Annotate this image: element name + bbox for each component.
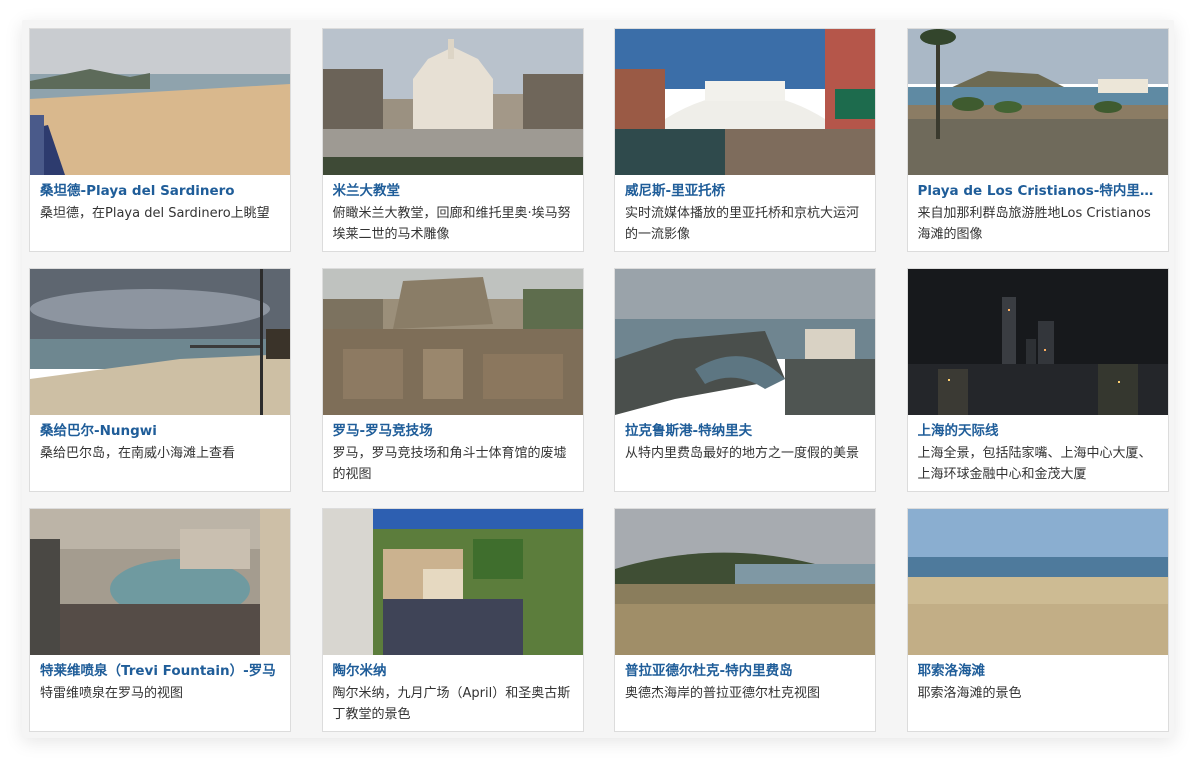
thumbnail-taormina[interactable] [322, 509, 583, 655]
card-title[interactable]: 桑坦德-Playa del Sardinero [40, 182, 280, 200]
card-title[interactable]: 桑给巴尔-Nungwi [40, 422, 280, 440]
webcam-card-zanzibar[interactable]: 桑给巴尔-Nungwi 桑给巴尔岛，在南威小海滩上查看 [29, 268, 291, 492]
thumbnail-trevi[interactable] [30, 509, 290, 655]
card-description: 陶尔米纳，九月广场（April）和圣奥古斯丁教堂的景色 [332, 686, 571, 722]
card-description: 实时流媒体播放的里亚托桥和京杭大运河的一流影像 [625, 206, 860, 242]
webcam-card-shanghai[interactable]: 上海的天际线 上海全景，包括陆家嘴、上海中心大厦、上海环球金融中心和金茂大厦 [906, 268, 1169, 492]
thumbnail-playa-del-duque[interactable] [615, 509, 875, 655]
card-description: 特雷维喷泉在罗马的视图 [40, 686, 184, 701]
card-description: 来自加那利群岛旅游胜地Los Cristianos海滩的图像 [917, 206, 1151, 242]
webcam-card-santander[interactable]: 桑坦德-Playa del Sardinero 桑坦德，在Playa del S… [29, 28, 291, 252]
webcam-grid: 桑坦德-Playa del Sardinero 桑坦德，在Playa del S… [29, 28, 1169, 732]
thumbnail-puerto-de-la-cruz[interactable] [615, 269, 875, 415]
card-title[interactable]: 罗马-罗马竞技场 [333, 422, 573, 440]
webcam-gallery-panel: 桑坦德-Playa del Sardinero 桑坦德，在Playa del S… [22, 20, 1174, 738]
card-title[interactable]: 威尼斯-里亚托桥 [625, 182, 865, 200]
thumbnail-milan[interactable] [322, 29, 583, 175]
card-description: 俯瞰米兰大教堂，回廊和维托里奥·埃马努埃莱二世的马术雕像 [332, 206, 571, 242]
card-title[interactable]: 普拉亚德尔杜克-特内里费岛 [625, 662, 865, 680]
thumbnail-zanzibar[interactable] [30, 269, 290, 415]
webcam-card-jesolo[interactable]: 耶索洛海滩 耶索洛海滩的景色 [906, 508, 1169, 732]
card-title[interactable]: 米兰大教堂 [333, 182, 573, 200]
card-title[interactable]: 上海的天际线 [918, 422, 1158, 440]
thumbnail-los-cristianos[interactable] [907, 29, 1168, 175]
thumbnail-jesolo[interactable] [907, 509, 1168, 655]
card-description: 上海全景，包括陆家嘴、上海中心大厦、上海环球金融中心和金茂大厦 [917, 446, 1152, 482]
webcam-card-milan[interactable]: 米兰大教堂 俯瞰米兰大教堂，回廊和维托里奥·埃马努埃莱二世的马术雕像 [321, 28, 584, 252]
card-description: 从特内里费岛最好的地方之一度假的美景 [625, 446, 860, 461]
card-description: 桑坦德，在Playa del Sardinero上眺望 [40, 206, 270, 221]
card-title[interactable]: 拉克鲁斯港-特纳里夫 [625, 422, 865, 440]
card-description: 耶索洛海滩的景色 [917, 686, 1022, 701]
thumbnail-venice[interactable] [615, 29, 875, 175]
card-title[interactable]: 耶索洛海滩 [918, 662, 1158, 680]
webcam-card-venice[interactable]: 威尼斯-里亚托桥 实时流媒体播放的里亚托桥和京杭大运河的一流影像 [614, 28, 876, 252]
card-title[interactable]: 陶尔米纳 [333, 662, 573, 680]
webcam-card-los-cristianos[interactable]: Playa de Los Cristianos-特内里费岛 来自加那利群岛旅游胜… [906, 28, 1169, 252]
card-description: 奥德杰海岸的普拉亚德尔杜克视图 [625, 686, 821, 701]
webcam-card-trevi[interactable]: 特莱维喷泉（Trevi Fountain）-罗马 特雷维喷泉在罗马的视图 [29, 508, 291, 732]
webcam-card-playa-del-duque[interactable]: 普拉亚德尔杜克-特内里费岛 奥德杰海岸的普拉亚德尔杜克视图 [614, 508, 876, 732]
thumbnail-shanghai[interactable] [907, 269, 1168, 415]
webcam-card-puerto-de-la-cruz[interactable]: 拉克鲁斯港-特纳里夫 从特内里费岛最好的地方之一度假的美景 [614, 268, 876, 492]
webcam-card-taormina[interactable]: 陶尔米纳 陶尔米纳，九月广场（April）和圣奥古斯丁教堂的景色 [321, 508, 584, 732]
card-title[interactable]: Playa de Los Cristianos-特内里费岛 [918, 182, 1158, 200]
thumbnail-colosseum[interactable] [322, 269, 583, 415]
card-title[interactable]: 特莱维喷泉（Trevi Fountain）-罗马 [40, 662, 280, 680]
card-description: 罗马，罗马竞技场和角斗士体育馆的废墟的视图 [332, 446, 567, 482]
thumbnail-santander[interactable] [30, 29, 290, 175]
webcam-card-colosseum[interactable]: 罗马-罗马竞技场 罗马，罗马竞技场和角斗士体育馆的废墟的视图 [321, 268, 584, 492]
card-description: 桑给巴尔岛，在南威小海滩上查看 [40, 446, 236, 461]
